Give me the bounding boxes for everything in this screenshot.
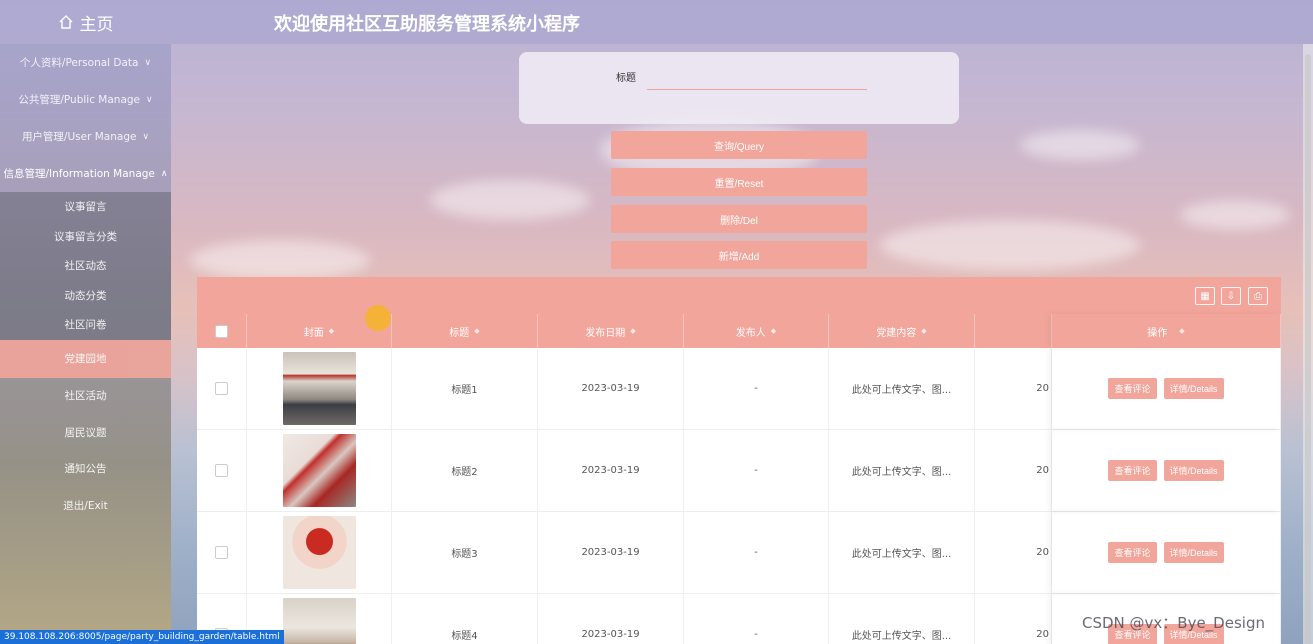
home-label: 主页 — [79, 14, 114, 35]
row-publisher: - — [684, 594, 829, 644]
column-header-actions: 操作 ◆ — [1052, 314, 1281, 348]
chevron-up-icon: ∧ — [160, 168, 168, 179]
menu-group-information-manage[interactable]: 信息管理/Information Manage ∧ — [0, 155, 171, 192]
table-row: 标题1 2023-03-19 - 此处可上传文字、图... 20 查看评论 详情… — [197, 348, 1281, 430]
sidebar-item-community-survey[interactable]: 社区问卷 — [0, 310, 171, 340]
row-extra: 20 — [975, 512, 1052, 593]
title-search-label: 标题 — [616, 73, 636, 84]
row-title: 标题2 — [392, 430, 538, 511]
sidebar-item-resident-topics[interactable]: 居民议题 — [0, 414, 171, 451]
cover-image — [282, 352, 356, 425]
home-link[interactable]: 主页 — [0, 0, 171, 44]
query-button[interactable]: 查询/Query — [611, 131, 867, 159]
table-row: 标题3 2023-03-19 - 此处可上传文字、图... 20 查看评论 详情… — [197, 512, 1281, 594]
menu-group-public-manage[interactable]: 公共管理/Public Manage ∨ — [0, 81, 171, 118]
home-icon — [59, 15, 72, 29]
top-bar: 主页 欢迎使用社区互助服务管理系统小程序 — [0, 0, 1313, 44]
view-comments-button[interactable]: 查看评论 — [1108, 378, 1157, 399]
table-toolbar: ▦ ⇩ ⎙ — [197, 277, 1281, 314]
column-header-publish-date[interactable]: 发布日期 ◆ — [538, 314, 684, 348]
select-all-checkbox[interactable] — [215, 324, 228, 338]
row-date: 2023-03-19 — [538, 512, 684, 593]
row-publisher: - — [684, 512, 829, 593]
sort-icon: ◆ — [630, 327, 636, 335]
sidebar-item-party-building-garden[interactable]: 党建园地 — [0, 339, 171, 378]
column-header-title[interactable]: 标题 ◆ — [392, 314, 538, 348]
row-date: 2023-03-19 — [538, 430, 684, 511]
print-icon[interactable]: ⎙ — [1248, 287, 1268, 305]
title-search-input[interactable] — [647, 64, 867, 90]
menu-group-label: 信息管理/Information Manage — [3, 168, 155, 180]
menu-group-label: 个人资料/Personal Data — [19, 57, 139, 69]
row-content: 此处可上传文字、图... — [829, 594, 975, 644]
row-extra: 20 — [975, 430, 1052, 511]
watermark-text: CSDN @vx：Bye_Design — [1082, 614, 1265, 632]
row-checkbox[interactable] — [215, 382, 228, 395]
sidebar-item-exit[interactable]: 退出/Exit — [0, 487, 171, 524]
sidebar-item-community-news[interactable]: 社区动态 — [0, 251, 171, 281]
sort-icon: ◆ — [474, 327, 480, 335]
cover-image — [282, 434, 356, 507]
page-scrollbar[interactable] — [1303, 44, 1313, 644]
delete-button[interactable]: 删除/Del — [611, 205, 867, 233]
row-publisher: - — [684, 348, 829, 429]
data-table: ▦ ⇩ ⎙ 封面 ◆ 标题 ◆ 发布日期 ◆ 发布人 ◆ 党建内容 ◆ 操作 ◆ 标题1 2… — [197, 277, 1281, 644]
row-publisher: - — [684, 430, 829, 511]
cover-image — [282, 598, 356, 644]
row-extra: 20 — [975, 348, 1052, 429]
select-all-cell — [197, 314, 247, 348]
row-date: 2023-03-19 — [538, 594, 684, 644]
columns-icon[interactable]: ▦ — [1195, 287, 1215, 305]
sort-icon: ◆ — [328, 327, 335, 335]
chevron-down-icon: ∨ — [142, 131, 150, 142]
chevron-down-icon: ∨ — [146, 94, 153, 105]
row-title: 标题4 — [392, 594, 538, 644]
menu-group-user-manage[interactable]: 用户管理/User Manage ∨ — [0, 118, 171, 155]
details-button[interactable]: 详情/Details — [1163, 542, 1224, 563]
details-button[interactable]: 详情/Details — [1163, 378, 1224, 399]
row-content: 此处可上传文字、图... — [829, 348, 975, 429]
menu-group-label: 公共管理/Public Manage — [18, 94, 141, 106]
column-header-publisher[interactable]: 发布人 ◆ — [684, 314, 829, 348]
cursor-highlight — [365, 305, 391, 331]
menu-group-label: 用户管理/User Manage — [21, 131, 137, 143]
details-button[interactable]: 详情/Details — [1163, 460, 1224, 481]
sidebar: 个人资料/Personal Data ∨ 公共管理/Public Manage … — [0, 44, 171, 644]
reset-button[interactable]: 重置/Reset — [611, 168, 867, 196]
column-header-content[interactable]: 党建内容 ◆ — [829, 314, 975, 348]
page-title: 欢迎使用社区互助服务管理系统小程序 — [274, 14, 580, 35]
cover-image — [282, 516, 356, 589]
row-extra: 20 — [975, 594, 1052, 644]
search-panel: 标题 — [519, 52, 959, 124]
chevron-down-icon: ∨ — [144, 57, 152, 68]
row-content: 此处可上传文字、图... — [829, 512, 975, 593]
sort-icon: ◆ — [921, 327, 927, 335]
view-comments-button[interactable]: 查看评论 — [1108, 460, 1157, 481]
view-comments-button[interactable]: 查看评论 — [1108, 542, 1157, 563]
sort-icon: ◆ — [770, 327, 777, 335]
table-row: 标题2 2023-03-19 - 此处可上传文字、图... 20 查看评论 详情… — [197, 430, 1281, 512]
row-title: 标题1 — [392, 348, 538, 429]
row-checkbox[interactable] — [215, 464, 228, 477]
export-icon[interactable]: ⇩ — [1221, 287, 1241, 305]
row-checkbox[interactable] — [215, 546, 228, 559]
sidebar-item-community-activities[interactable]: 社区活动 — [0, 378, 171, 415]
add-button[interactable]: 新增/Add — [611, 241, 867, 269]
column-header-hidden — [975, 314, 1052, 348]
row-title: 标题3 — [392, 512, 538, 593]
sidebar-item-notices[interactable]: 通知公告 — [0, 451, 171, 488]
information-submenu: 议事留言 议事留言分类 社区动态 动态分类 社区问卷 — [0, 192, 171, 340]
row-content: 此处可上传文字、图... — [829, 430, 975, 511]
sidebar-item-news-categories[interactable]: 动态分类 — [0, 281, 171, 311]
table-header: 封面 ◆ 标题 ◆ 发布日期 ◆ 发布人 ◆ 党建内容 ◆ 操作 ◆ — [197, 314, 1281, 348]
sidebar-item-discussion-messages[interactable]: 议事留言 — [0, 192, 171, 222]
menu-group-personal-data[interactable]: 个人资料/Personal Data ∨ — [0, 44, 171, 81]
scrollbar-thumb[interactable] — [1305, 54, 1311, 644]
sort-icon: ◆ — [1179, 327, 1185, 335]
sidebar-item-message-categories[interactable]: 议事留言分类 — [0, 222, 171, 252]
row-date: 2023-03-19 — [538, 348, 684, 429]
status-bar-url: 39.108.108.206:8005/page/party_building_… — [0, 630, 284, 644]
